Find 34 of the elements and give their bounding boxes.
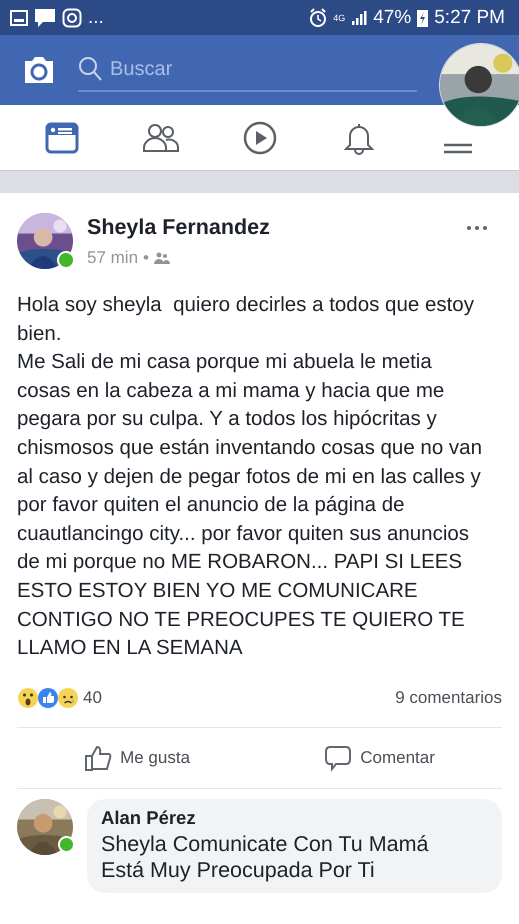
battery-percent: 47% — [373, 6, 412, 28]
comment-count[interactable]: 9 comentarios — [395, 688, 502, 708]
clock: 5:27 PM — [434, 6, 505, 28]
separator-dot: • — [143, 248, 149, 268]
search-icon — [78, 56, 102, 82]
alarm-icon — [309, 8, 328, 28]
signal-icon — [351, 10, 368, 26]
comment-text: Está Muy Preocupada Por Ti — [101, 856, 376, 883]
speech-bubble-icon — [324, 744, 352, 772]
post-text: Me Sali de mi casa porque mi abuela le metia cosas en la cabeza a mi mama y hacia que me pegara por su culpa. Y a todos los hipócritas y chismosos que están inventando cosas que no van al caso y dejen de pegar fotos de mi en las calles y por favor quiten el anuncio de la página de cuautlancingo city... por favor quiten sus anuncios de mi porque no ME ROBARON... PAPI SI LEES ESTO ESTOY BIEN YO ME COMUNICARE CONTIGO NO TE PREOCUPES TE QUIERO TE LLAMO EN LA SEMANA — [17, 349, 483, 662]
battery-charging-icon — [417, 8, 428, 26]
wow-reaction-icon — [17, 686, 39, 709]
video-tab[interactable] — [242, 120, 278, 154]
post-time: 57 min — [87, 248, 138, 268]
sad-reaction-icon — [57, 686, 79, 709]
like-reaction-icon — [37, 686, 59, 709]
commenter-name[interactable]: Alan Pérez — [101, 806, 482, 829]
search-field[interactable]: Buscar — [110, 58, 417, 80]
friends-audience-icon — [154, 252, 170, 264]
comment-button[interactable]: Comentar — [314, 738, 445, 778]
thumbs-up-icon — [84, 744, 112, 772]
comment-text: Sheyla Comunicate Con Tu Mamá — [101, 830, 430, 857]
post-text: Hola soy sheyla quiero decirles a todos que estoy bien. — [17, 292, 475, 347]
network-type: 4G — [333, 14, 346, 22]
reaction-count: 40 — [83, 688, 102, 708]
author-name[interactable]: Sheyla Fernandez — [87, 215, 270, 240]
more-options-icon[interactable] — [466, 225, 488, 231]
camera-icon[interactable] — [22, 55, 56, 85]
notification-overflow: ... — [88, 6, 104, 28]
like-button[interactable]: Me gusta — [74, 738, 200, 778]
news-feed-tab[interactable] — [44, 120, 80, 154]
camera-icon — [62, 8, 82, 28]
chat-icon — [34, 8, 56, 28]
image-icon — [10, 10, 28, 26]
